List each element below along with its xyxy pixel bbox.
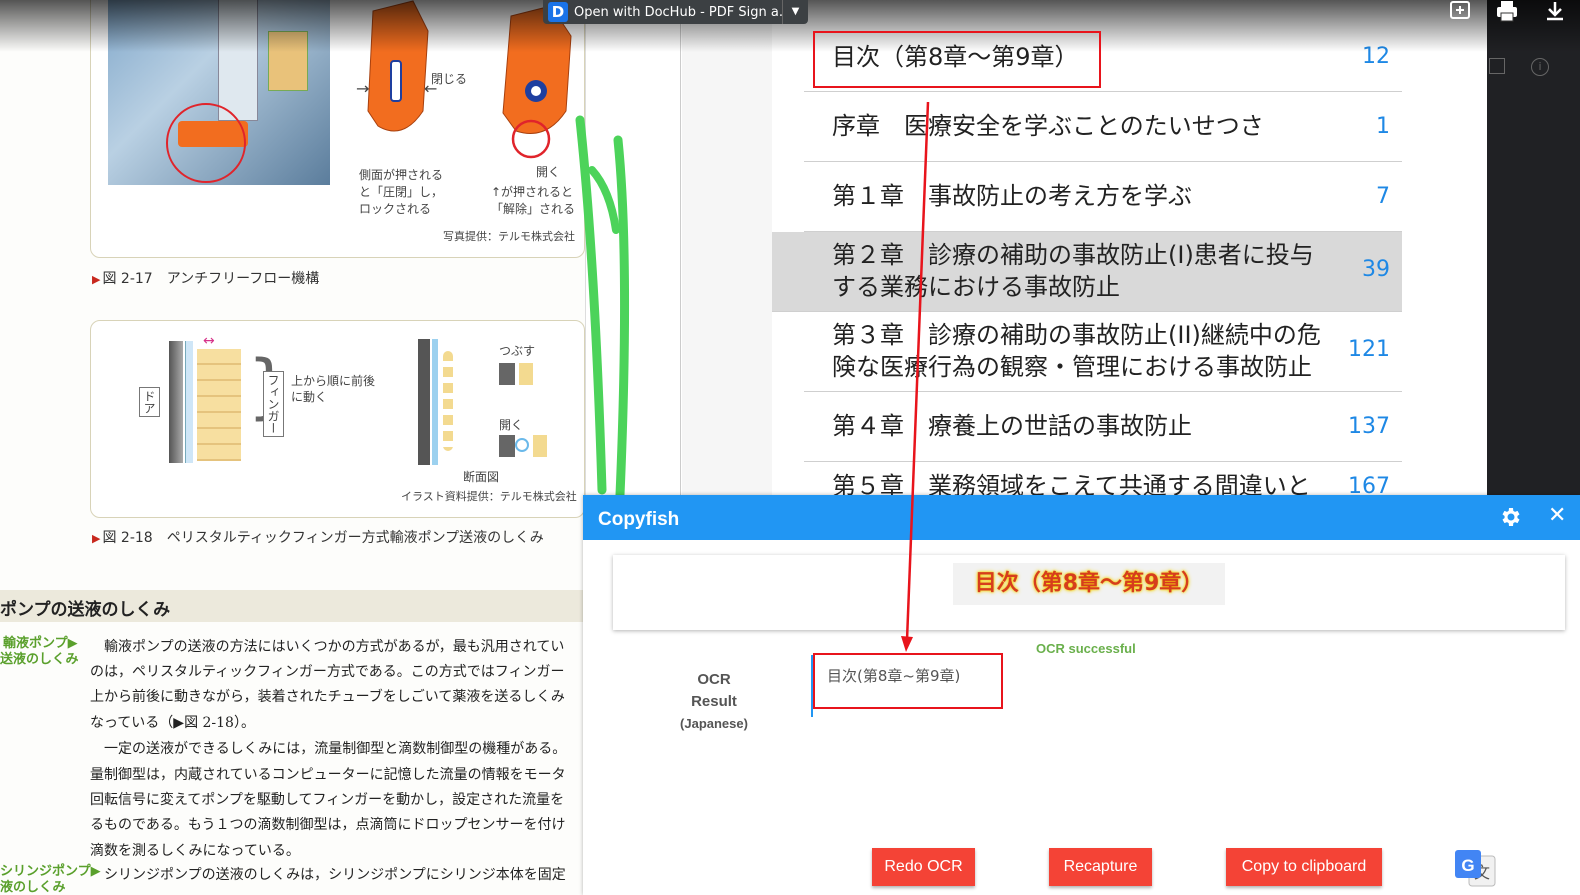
annotation-arrow <box>901 101 930 652</box>
screen: → ← 閉じる 開く 側面が押される と「圧閉」し， ロックされる ↑が押される… <box>0 0 1580 895</box>
